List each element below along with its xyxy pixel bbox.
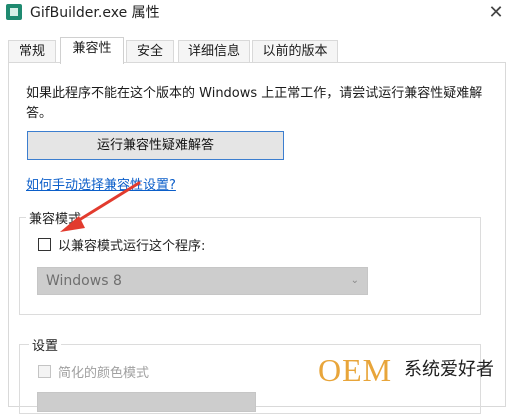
tab-strip: 常规 兼容性 安全 详细信息 以前的版本 [8,37,508,64]
tab-general[interactable]: 常规 [8,40,56,63]
window-title: GifBuilder.exe 属性 [30,5,160,21]
close-button[interactable]: ✕ [482,0,510,26]
color-depth-select[interactable] [37,392,256,412]
tab-details[interactable]: 详细信息 [178,40,250,63]
title-bar: GifBuilder.exe 属性 ✕ [0,0,513,30]
tab-previous-versions[interactable]: 以前的版本 [252,40,338,63]
color-mode-label: 简化的颜色模式 [58,366,150,381]
red-arrow-icon [60,181,141,232]
settings-legend: 设置 [29,335,62,354]
run-troubleshooter-button[interactable]: 运行兼容性疑难解答 [27,131,284,160]
watermark-brand: OEM [318,352,393,388]
watermark-text: 系统爱好者 [404,359,494,380]
compat-mode-checkbox[interactable] [38,238,51,251]
app-icon [6,4,22,20]
tab-security[interactable]: 安全 [126,40,174,63]
color-mode-checkbox[interactable] [38,365,51,378]
os-version-value: Windows 8 [46,273,122,289]
tab-compatibility[interactable]: 兼容性 [60,37,124,64]
os-version-select[interactable]: Windows 8 ⌄ [37,267,368,295]
compat-description: 如果此程序不能在这个版本的 Windows 上正常工作，请尝试运行兼容性疑难解答… [26,86,483,121]
chevron-down-icon: ⌄ [350,275,359,286]
